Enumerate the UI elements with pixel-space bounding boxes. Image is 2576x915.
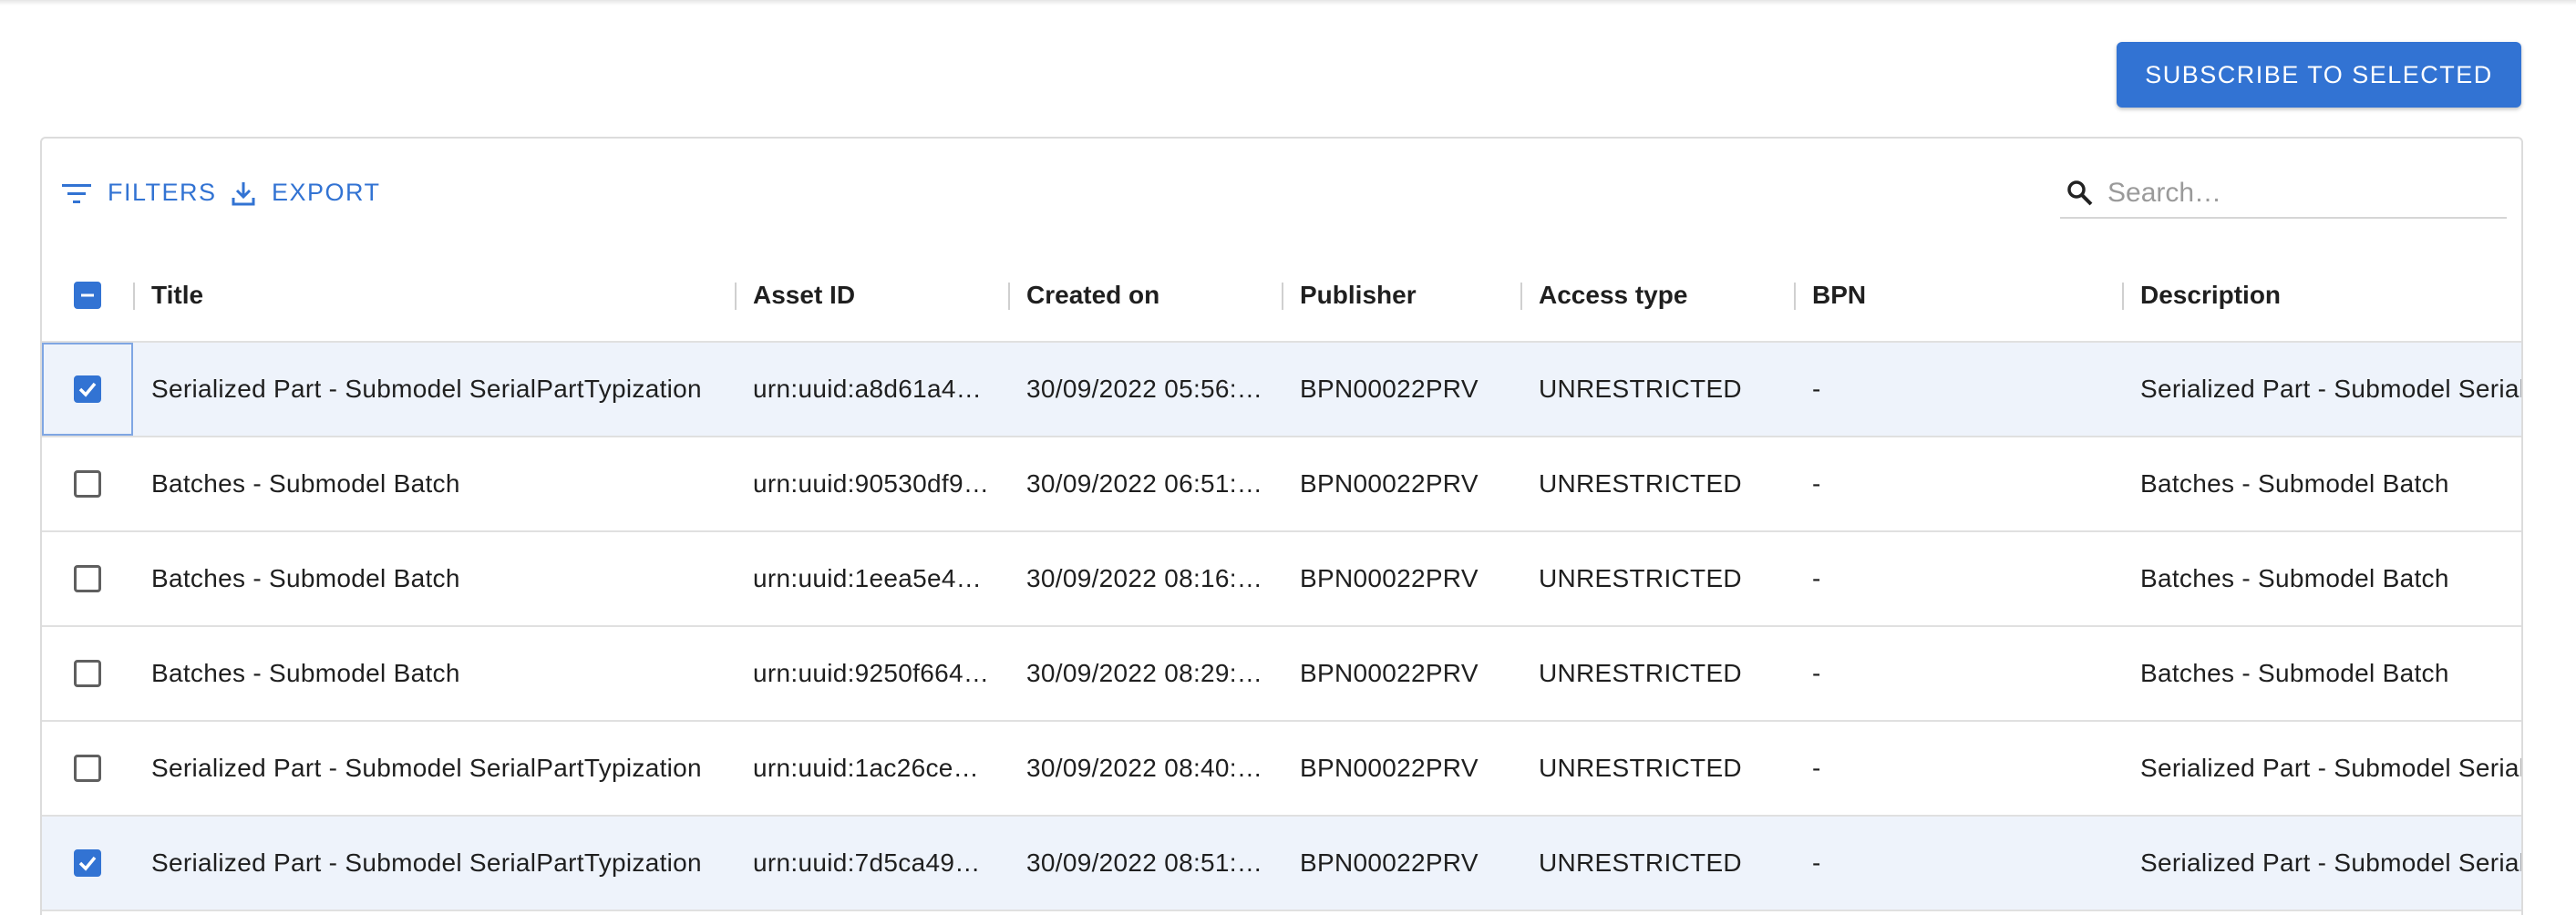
cell-created-on: 30/09/2022 05:56:… <box>1026 375 1263 403</box>
column-separator[interactable] <box>1520 283 1522 310</box>
cell-asset-id: urn:uuid:9250f664… <box>753 659 990 687</box>
cell-description: Batches - Submodel Batch <box>2140 564 2449 592</box>
row-checkbox-cell <box>42 343 133 436</box>
table-row[interactable]: Serialized Part - Submodel SerialPartTyp… <box>42 722 2521 817</box>
table-row[interactable]: Batches - Submodel Batch urn:uuid:9250f6… <box>42 627 2521 722</box>
filters-label: FILTERS <box>108 179 217 206</box>
row-checkbox-cell <box>42 722 133 815</box>
data-grid: FILTERS EXPORT Search… Title Asset ID Cr… <box>40 137 2523 915</box>
table-row[interactable]: Batches - Submodel Batch urn:uuid:1eea5e… <box>42 532 2521 627</box>
search-icon <box>2067 180 2093 206</box>
header-asset-id[interactable]: Asset ID <box>753 250 1008 341</box>
header-publisher[interactable]: Publisher <box>1300 250 1519 341</box>
filters-button[interactable]: FILTERS <box>60 179 217 207</box>
header-title[interactable]: Title <box>151 250 735 341</box>
subscribe-to-selected-button[interactable]: SUBSCRIBE TO SELECTED <box>2117 42 2521 108</box>
cell-asset-id: urn:uuid:7d5ca49… <box>753 848 981 877</box>
cell-asset-id: urn:uuid:90530df9… <box>753 469 990 498</box>
table-row[interactable]: Serialized Part - Submodel SerialPartTyp… <box>42 817 2521 911</box>
grid-body: Serialized Part - Submodel SerialPartTyp… <box>42 343 2521 911</box>
cell-access-type: UNRESTRICTED <box>1539 848 1742 877</box>
header-access-type[interactable]: Access type <box>1539 250 1794 341</box>
export-button[interactable]: EXPORT <box>230 179 381 207</box>
grid-toolbar: FILTERS EXPORT <box>42 139 2521 248</box>
cell-access-type: UNRESTRICTED <box>1539 659 1742 687</box>
cell-publisher: BPN00022PRV <box>1300 659 1479 687</box>
column-header-row: Title Asset ID Created on Publisher Acce… <box>42 250 2521 343</box>
cell-publisher: BPN00022PRV <box>1300 469 1479 498</box>
row-checkbox[interactable] <box>74 755 101 782</box>
row-checkbox-cell <box>42 532 133 625</box>
cell-title: Batches - Submodel Batch <box>151 564 460 592</box>
column-separator[interactable] <box>735 283 737 310</box>
cell-title: Serialized Part - Submodel SerialPartTyp… <box>151 754 702 782</box>
table-row[interactable]: Serialized Part - Submodel SerialPartTyp… <box>42 343 2521 437</box>
cell-bpn: - <box>1812 754 1821 782</box>
app-bar-shadow <box>0 0 2576 5</box>
cell-asset-id: urn:uuid:a8d61a4… <box>753 375 983 403</box>
cell-access-type: UNRESTRICTED <box>1539 375 1742 403</box>
search-field[interactable] <box>2060 170 2507 219</box>
row-checkbox-cell <box>42 817 133 910</box>
cell-bpn: - <box>1812 848 1821 877</box>
row-checkbox[interactable] <box>74 849 101 877</box>
search-input[interactable] <box>2106 177 2492 210</box>
download-icon <box>232 181 255 205</box>
cell-created-on: 30/09/2022 08:40:… <box>1026 754 1263 782</box>
cell-publisher: BPN00022PRV <box>1300 754 1479 782</box>
header-created-on[interactable]: Created on <box>1026 250 1282 341</box>
cell-publisher: BPN00022PRV <box>1300 564 1479 592</box>
indeterminate-icon <box>81 293 94 297</box>
cell-publisher: BPN00022PRV <box>1300 848 1479 877</box>
column-separator[interactable] <box>133 283 135 310</box>
cell-description: Serialized Part - Submodel Serial <box>2140 848 2521 877</box>
column-separator[interactable] <box>2122 283 2124 310</box>
cell-bpn: - <box>1812 375 1821 403</box>
cell-created-on: 30/09/2022 08:51:… <box>1026 848 1263 877</box>
cell-created-on: 30/09/2022 06:51:… <box>1026 469 1263 498</box>
column-separator[interactable] <box>1008 283 1010 310</box>
row-checkbox[interactable] <box>74 375 101 403</box>
cell-title: Batches - Submodel Batch <box>151 659 460 687</box>
table-row[interactable]: Batches - Submodel Batch urn:uuid:90530d… <box>42 437 2521 532</box>
column-separator[interactable] <box>1282 283 1283 310</box>
cell-title: Serialized Part - Submodel SerialPartTyp… <box>151 848 702 877</box>
cell-created-on: 30/09/2022 08:29:… <box>1026 659 1263 687</box>
catalog-page: SUBSCRIBE TO SELECTED FILTERS EXPORT Sea… <box>0 0 2576 915</box>
header-description[interactable]: Description <box>2140 250 2521 341</box>
header-bpn[interactable]: BPN <box>1812 250 2122 341</box>
cell-description: Batches - Submodel Batch <box>2140 659 2449 687</box>
export-label: EXPORT <box>272 179 381 206</box>
cell-bpn: - <box>1812 564 1821 592</box>
cell-access-type: UNRESTRICTED <box>1539 754 1742 782</box>
cell-asset-id: urn:uuid:1ac26ce… <box>753 754 979 782</box>
cell-description: Batches - Submodel Batch <box>2140 469 2449 498</box>
row-checkbox-cell <box>42 627 133 720</box>
cell-description: Serialized Part - Submodel Serial <box>2140 375 2521 403</box>
cell-access-type: UNRESTRICTED <box>1539 564 1742 592</box>
cell-bpn: - <box>1812 469 1821 498</box>
cell-title: Serialized Part - Submodel SerialPartTyp… <box>151 375 702 403</box>
cell-asset-id: urn:uuid:1eea5e4… <box>753 564 983 592</box>
filter-list-icon <box>62 183 91 203</box>
select-all-checkbox[interactable] <box>74 282 101 309</box>
cell-created-on: 30/09/2022 08:16:… <box>1026 564 1263 592</box>
cell-bpn: - <box>1812 659 1821 687</box>
column-separator[interactable] <box>1794 283 1796 310</box>
row-checkbox-cell <box>42 437 133 530</box>
row-checkbox[interactable] <box>74 565 101 592</box>
row-checkbox[interactable] <box>74 660 101 687</box>
check-icon <box>78 856 97 871</box>
cell-publisher: BPN00022PRV <box>1300 375 1479 403</box>
row-checkbox[interactable] <box>74 470 101 498</box>
select-all-cell <box>42 250 133 341</box>
cell-title: Batches - Submodel Batch <box>151 469 460 498</box>
cell-description: Serialized Part - Submodel Serial <box>2140 754 2521 782</box>
check-icon <box>78 382 97 397</box>
cell-access-type: UNRESTRICTED <box>1539 469 1742 498</box>
